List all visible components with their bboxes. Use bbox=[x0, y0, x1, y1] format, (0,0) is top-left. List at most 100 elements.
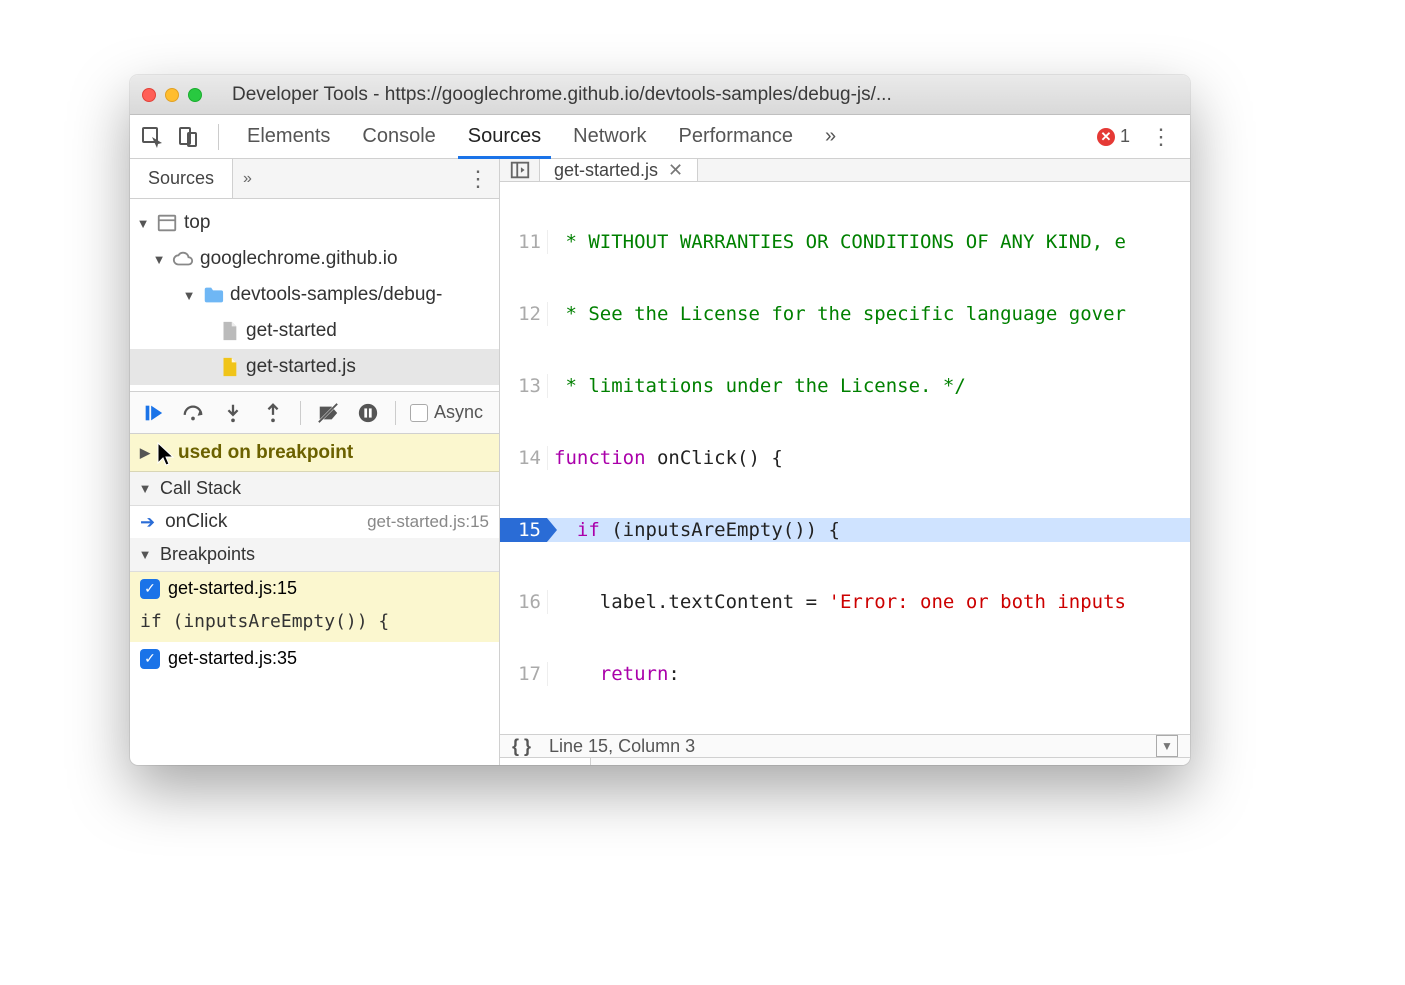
async-label: Async bbox=[434, 402, 483, 423]
paused-text: used on breakpoint bbox=[178, 442, 353, 464]
pause-on-exceptions-button[interactable] bbox=[355, 400, 381, 426]
call-stack-frame[interactable]: ➔ onClick get-started.js:15 bbox=[130, 506, 499, 538]
breakpoint-location: get-started.js:35 bbox=[168, 648, 297, 669]
breakpoint-location: get-started.js:15 bbox=[168, 578, 297, 599]
tree-label: devtools-samples/debug- bbox=[230, 284, 442, 306]
disclosure-icon: ▼ bbox=[182, 288, 196, 303]
step-over-button[interactable] bbox=[180, 400, 206, 426]
error-count: 1 bbox=[1120, 126, 1130, 147]
close-tab-icon[interactable]: ✕ bbox=[668, 160, 683, 181]
tree-folder[interactable]: ▼ devtools-samples/debug- bbox=[130, 277, 499, 313]
maximize-window-button[interactable] bbox=[188, 88, 202, 102]
window-controls bbox=[142, 88, 202, 102]
show-navigator-button[interactable] bbox=[500, 159, 540, 181]
breakpoint-code: if (inputsAreEmpty()) { bbox=[140, 611, 489, 632]
tab-watch[interactable]: Watch bbox=[591, 758, 680, 765]
error-indicator[interactable]: ✕ 1 bbox=[1097, 126, 1130, 147]
tree-label: get-started bbox=[246, 320, 337, 342]
debug-toolbar: Async bbox=[130, 392, 499, 434]
code-text: 'Error: one or both inputs bbox=[829, 591, 1126, 613]
deactivate-breakpoints-button[interactable] bbox=[315, 400, 341, 426]
breakpoints-header[interactable]: ▼ Breakpoints bbox=[130, 538, 499, 572]
disclosure-icon: ▼ bbox=[136, 216, 150, 231]
subtab-more[interactable]: » bbox=[233, 159, 262, 198]
breakpoint-item[interactable]: ✓ get-started.js:35 bbox=[130, 642, 499, 675]
main-tabbar: Elements Console Sources Network Perform… bbox=[130, 115, 1190, 159]
device-mode-icon[interactable] bbox=[176, 125, 200, 149]
tab-network[interactable]: Network bbox=[563, 117, 656, 156]
async-checkbox[interactable]: Async bbox=[410, 402, 483, 423]
file-tree: ▼ top ▼ googlechrome.github.io ▼ devtool… bbox=[130, 199, 499, 392]
editor-tab[interactable]: get-started.js ✕ bbox=[540, 159, 698, 181]
code-text: if bbox=[554, 519, 600, 541]
paused-message[interactable]: ▶ used on breakpoint bbox=[130, 434, 499, 472]
call-stack-header[interactable]: ▼ Call Stack bbox=[130, 472, 499, 506]
frame-function: onClick bbox=[165, 511, 227, 533]
scope-watch-panel: Scope Watch ▼ Local ▶ this: button ▶ Glo… bbox=[500, 757, 1190, 765]
pretty-print-button[interactable]: { } bbox=[512, 736, 531, 757]
editor-statusbar: { } Line 15, Column 3 ▼ bbox=[500, 734, 1190, 757]
code-text: * WITHOUT WARRANTIES OR CONDITIONS OF AN… bbox=[554, 231, 1126, 253]
coverage-dropdown-icon[interactable]: ▼ bbox=[1156, 735, 1178, 757]
section-title: Call Stack bbox=[160, 478, 241, 499]
tree-label: top bbox=[184, 212, 210, 234]
line-number: 13 bbox=[500, 374, 548, 398]
scope-watch-tabs: Scope Watch bbox=[500, 758, 1190, 765]
close-window-button[interactable] bbox=[142, 88, 156, 102]
checkbox-checked-icon[interactable]: ✓ bbox=[140, 649, 160, 669]
step-out-button[interactable] bbox=[260, 400, 286, 426]
tab-console[interactable]: Console bbox=[352, 117, 445, 156]
code-text: * limitations under the License. */ bbox=[554, 375, 966, 397]
line-number: 16 bbox=[500, 590, 548, 614]
divider bbox=[395, 401, 396, 425]
editor-tab-name: get-started.js bbox=[554, 160, 658, 181]
left-panel: Sources » ⋮ ▼ top ▼ googlechrome.github.… bbox=[130, 159, 500, 765]
code-text: function bbox=[554, 447, 646, 469]
minimize-window-button[interactable] bbox=[165, 88, 179, 102]
sources-subtabs: Sources » ⋮ bbox=[130, 159, 499, 199]
debugger-panels: ▶ used on breakpoint ▼ Call Stack ➔ onCl… bbox=[130, 434, 499, 765]
tree-host[interactable]: ▼ googlechrome.github.io bbox=[130, 241, 499, 277]
code-text: * See the License for the specific langu… bbox=[554, 303, 1126, 325]
divider bbox=[218, 124, 219, 150]
folder-icon bbox=[202, 284, 224, 306]
tree-label: get-started.js bbox=[246, 356, 356, 378]
tree-file-html[interactable]: get-started bbox=[130, 313, 499, 349]
disclosure-icon: ▼ bbox=[138, 481, 152, 496]
checkbox-checked-icon[interactable]: ✓ bbox=[140, 579, 160, 599]
line-number: 14 bbox=[500, 446, 548, 470]
checkbox-icon bbox=[410, 404, 428, 422]
subtab-menu-icon[interactable]: ⋮ bbox=[457, 159, 499, 198]
divider bbox=[300, 401, 301, 425]
tree-file-js[interactable]: get-started.js bbox=[130, 349, 499, 385]
element-picker-icon[interactable] bbox=[140, 125, 164, 149]
tab-elements[interactable]: Elements bbox=[237, 117, 340, 156]
disclosure-icon: ▼ bbox=[152, 252, 166, 267]
line-number: 11 bbox=[500, 230, 548, 254]
tab-sources[interactable]: Sources bbox=[458, 117, 551, 159]
window-title: Developer Tools - https://googlechrome.g… bbox=[232, 84, 892, 106]
resume-button[interactable] bbox=[140, 400, 166, 426]
tab-performance[interactable]: Performance bbox=[669, 117, 804, 156]
mouse-cursor-icon bbox=[156, 441, 176, 467]
document-icon bbox=[218, 320, 240, 342]
disclosure-icon: ▶ bbox=[138, 445, 152, 461]
current-frame-icon: ➔ bbox=[140, 512, 155, 533]
disclosure-icon: ▼ bbox=[138, 547, 152, 562]
titlebar: Developer Tools - https://googlechrome.g… bbox=[130, 75, 1190, 115]
settings-menu-icon[interactable]: ⋮ bbox=[1142, 124, 1180, 150]
tree-label: googlechrome.github.io bbox=[200, 248, 398, 270]
step-in-button[interactable] bbox=[220, 400, 246, 426]
tree-frame-top[interactable]: ▼ top bbox=[130, 205, 499, 241]
subtab-sources[interactable]: Sources bbox=[130, 159, 233, 198]
line-number-breakpoint[interactable]: 15 bbox=[500, 518, 548, 542]
right-panel: get-started.js ✕ 11 * WITHOUT WARRANTIES… bbox=[500, 159, 1190, 765]
code-editor[interactable]: 11 * WITHOUT WARRANTIES OR CONDITIONS OF… bbox=[500, 182, 1190, 734]
tab-scope[interactable]: Scope bbox=[500, 758, 591, 765]
tabs-overflow[interactable]: » bbox=[815, 117, 846, 156]
editor-tabbar: get-started.js ✕ bbox=[500, 159, 1190, 182]
code-text: onClick() { bbox=[646, 447, 783, 469]
breakpoint-item-active[interactable]: ✓ get-started.js:15 if (inputsAreEmpty()… bbox=[130, 572, 499, 642]
content: Sources » ⋮ ▼ top ▼ googlechrome.github.… bbox=[130, 159, 1190, 765]
frame-location: get-started.js:15 bbox=[367, 512, 489, 532]
